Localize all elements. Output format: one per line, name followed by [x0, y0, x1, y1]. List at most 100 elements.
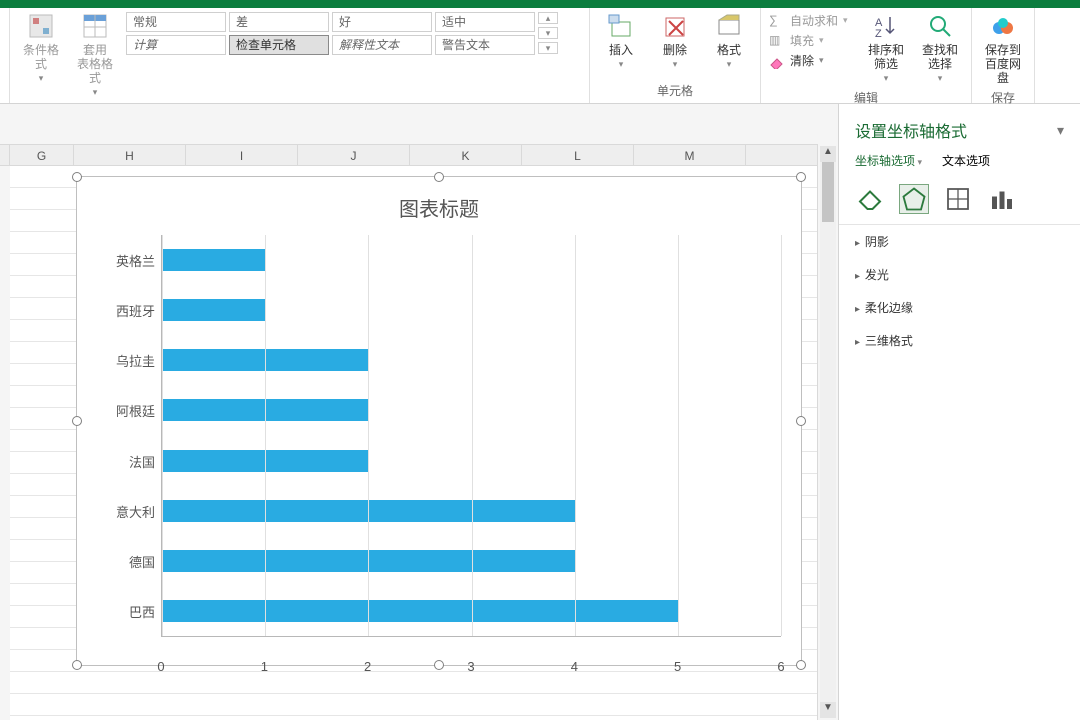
- size-props-icon[interactable]: [943, 184, 973, 214]
- scroll-up-icon[interactable]: ▲: [820, 146, 836, 162]
- delete-label: 删除: [663, 43, 687, 57]
- category-label: 阿根廷: [97, 386, 161, 436]
- resize-handle[interactable]: [72, 416, 82, 426]
- col-K[interactable]: K: [410, 144, 522, 166]
- save-baidu-button[interactable]: 保存到 百度网盘: [980, 12, 1026, 85]
- category-label: 西班牙: [97, 285, 161, 335]
- insert-label: 插入: [609, 43, 633, 57]
- format-axis-pane: 设置坐标轴格式 ▾ 坐标轴选项 文本选项 阴影 发光 柔化边缘 三维格式: [838, 104, 1080, 720]
- category-label: 法国: [97, 436, 161, 486]
- fill-line-icon[interactable]: [855, 184, 885, 214]
- chart-title[interactable]: 图表标题: [77, 177, 801, 232]
- cellformat-button[interactable]: 格式: [706, 12, 752, 71]
- style-normal[interactable]: 常规: [126, 12, 226, 32]
- x-tick-label: 4: [571, 659, 578, 674]
- style-checkcell[interactable]: 检查单元格: [229, 35, 329, 55]
- resize-handle[interactable]: [72, 172, 82, 182]
- fill-down-icon: ▥: [769, 33, 785, 49]
- conditional-format-button: 条件格式: [18, 12, 64, 85]
- col-J[interactable]: J: [298, 144, 410, 166]
- style-warn[interactable]: 警告文本: [435, 35, 535, 55]
- resize-handle[interactable]: [434, 660, 444, 670]
- fill-button: ▥填充▾: [769, 32, 855, 49]
- embedded-chart[interactable]: 图表标题 英格兰西班牙乌拉圭阿根廷法国意大利德国巴西 0123456: [76, 176, 802, 666]
- x-tick-label: 0: [157, 659, 164, 674]
- style-good[interactable]: 好: [332, 12, 432, 32]
- gallery-more[interactable]: ▾: [538, 42, 558, 54]
- gallery-scroll-up[interactable]: ▴: [538, 12, 558, 24]
- section-3dformat[interactable]: 三维格式: [839, 324, 1080, 357]
- cellformat-icon: [715, 12, 743, 40]
- section-glow[interactable]: 发光: [839, 258, 1080, 291]
- ribbon-group-save: 保存到 百度网盘 保存: [972, 8, 1035, 103]
- x-tick-label: 2: [364, 659, 371, 674]
- gallery-scroll-down[interactable]: ▾: [538, 27, 558, 39]
- section-softedge[interactable]: 柔化边缘: [839, 291, 1080, 324]
- pane-title: 设置坐标轴格式: [855, 118, 967, 142]
- style-explain[interactable]: 解释性文本: [332, 35, 432, 55]
- table-format-icon: [81, 12, 109, 40]
- vertical-scrollbar[interactable]: ▲ ▼: [820, 146, 836, 718]
- x-tick-label: 3: [467, 659, 474, 674]
- resize-handle[interactable]: [796, 660, 806, 670]
- ribbon: 条件格式 套用 表格格式 常规 差 好 适中 计算 检查单元格 解释性文本 警告…: [0, 8, 1080, 104]
- column-headers[interactable]: G H I J K L M: [0, 144, 818, 166]
- axis-chart-icon[interactable]: [987, 184, 1017, 214]
- category-label: 英格兰: [97, 235, 161, 285]
- resize-handle[interactable]: [72, 660, 82, 670]
- conditional-format-icon: [27, 12, 55, 40]
- style-neutral[interactable]: 适中: [435, 12, 535, 32]
- find-select-label: 查找和选择: [922, 43, 958, 71]
- sort-filter-button[interactable]: AZ 排序和筛选: [863, 12, 909, 85]
- insert-icon: [607, 12, 635, 40]
- category-label: 巴西: [97, 587, 161, 637]
- insert-button[interactable]: 插入: [598, 12, 644, 71]
- effects-icon[interactable]: [899, 184, 929, 214]
- text-options-tab[interactable]: 文本选项: [942, 152, 990, 170]
- scroll-down-icon[interactable]: ▼: [820, 702, 836, 718]
- resize-handle[interactable]: [796, 416, 806, 426]
- worksheet-area[interactable]: G H I J K L M 图表标题: [0, 104, 838, 720]
- col-M[interactable]: M: [634, 144, 746, 166]
- resize-handle[interactable]: [796, 172, 806, 182]
- conditional-format-label: 条件格式: [23, 43, 59, 71]
- cellformat-label: 格式: [717, 43, 741, 57]
- delete-icon: [661, 12, 689, 40]
- data-bar[interactable]: [162, 299, 265, 321]
- scroll-thumb[interactable]: [822, 162, 834, 222]
- clear-button[interactable]: 清除▾: [769, 52, 855, 69]
- baidu-cloud-icon: [989, 12, 1017, 40]
- x-tick-label: 1: [261, 659, 268, 674]
- cell-style-gallery[interactable]: 常规 差 好 适中 计算 检查单元格 解释性文本 警告文本: [126, 12, 535, 55]
- ribbon-group-cells: 插入 删除 格式 单元格: [590, 8, 761, 103]
- autosum-button: ∑自动求和▾: [769, 12, 855, 29]
- chart-plot-area[interactable]: 英格兰西班牙乌拉圭阿根廷法国意大利德国巴西: [97, 235, 781, 637]
- pane-collapse-icon[interactable]: ▾: [1057, 122, 1064, 139]
- col-G[interactable]: G: [10, 144, 74, 166]
- find-select-button[interactable]: 查找和选择: [917, 12, 963, 85]
- style-bad[interactable]: 差: [229, 12, 329, 32]
- x-tick-label: 6: [777, 659, 784, 674]
- category-label: 意大利: [97, 486, 161, 536]
- col-I[interactable]: I: [186, 144, 298, 166]
- sort-filter-icon: AZ: [872, 12, 900, 40]
- style-calc[interactable]: 计算: [126, 35, 226, 55]
- y-axis-labels[interactable]: 英格兰西班牙乌拉圭阿根廷法国意大利德国巴西: [97, 235, 161, 637]
- category-label: 乌拉圭: [97, 336, 161, 386]
- ribbon-group-styles: 条件格式 套用 表格格式 常规 差 好 适中 计算 检查单元格 解释性文本 警告…: [10, 8, 590, 103]
- sigma-icon: ∑: [769, 13, 785, 29]
- col-L[interactable]: L: [522, 144, 634, 166]
- table-format-label: 套用 表格格式: [77, 43, 113, 85]
- axis-options-tab[interactable]: 坐标轴选项: [855, 152, 922, 170]
- sort-filter-label: 排序和筛选: [868, 43, 904, 71]
- col-H[interactable]: H: [74, 144, 186, 166]
- find-icon: [926, 12, 954, 40]
- section-shadow[interactable]: 阴影: [839, 225, 1080, 258]
- app-titlebar: [0, 0, 1080, 8]
- data-bar[interactable]: [162, 600, 678, 622]
- x-tick-label: 5: [674, 659, 681, 674]
- svg-text:Z: Z: [875, 28, 882, 40]
- resize-handle[interactable]: [434, 172, 444, 182]
- delete-button[interactable]: 删除: [652, 12, 698, 71]
- data-bar[interactable]: [162, 249, 265, 271]
